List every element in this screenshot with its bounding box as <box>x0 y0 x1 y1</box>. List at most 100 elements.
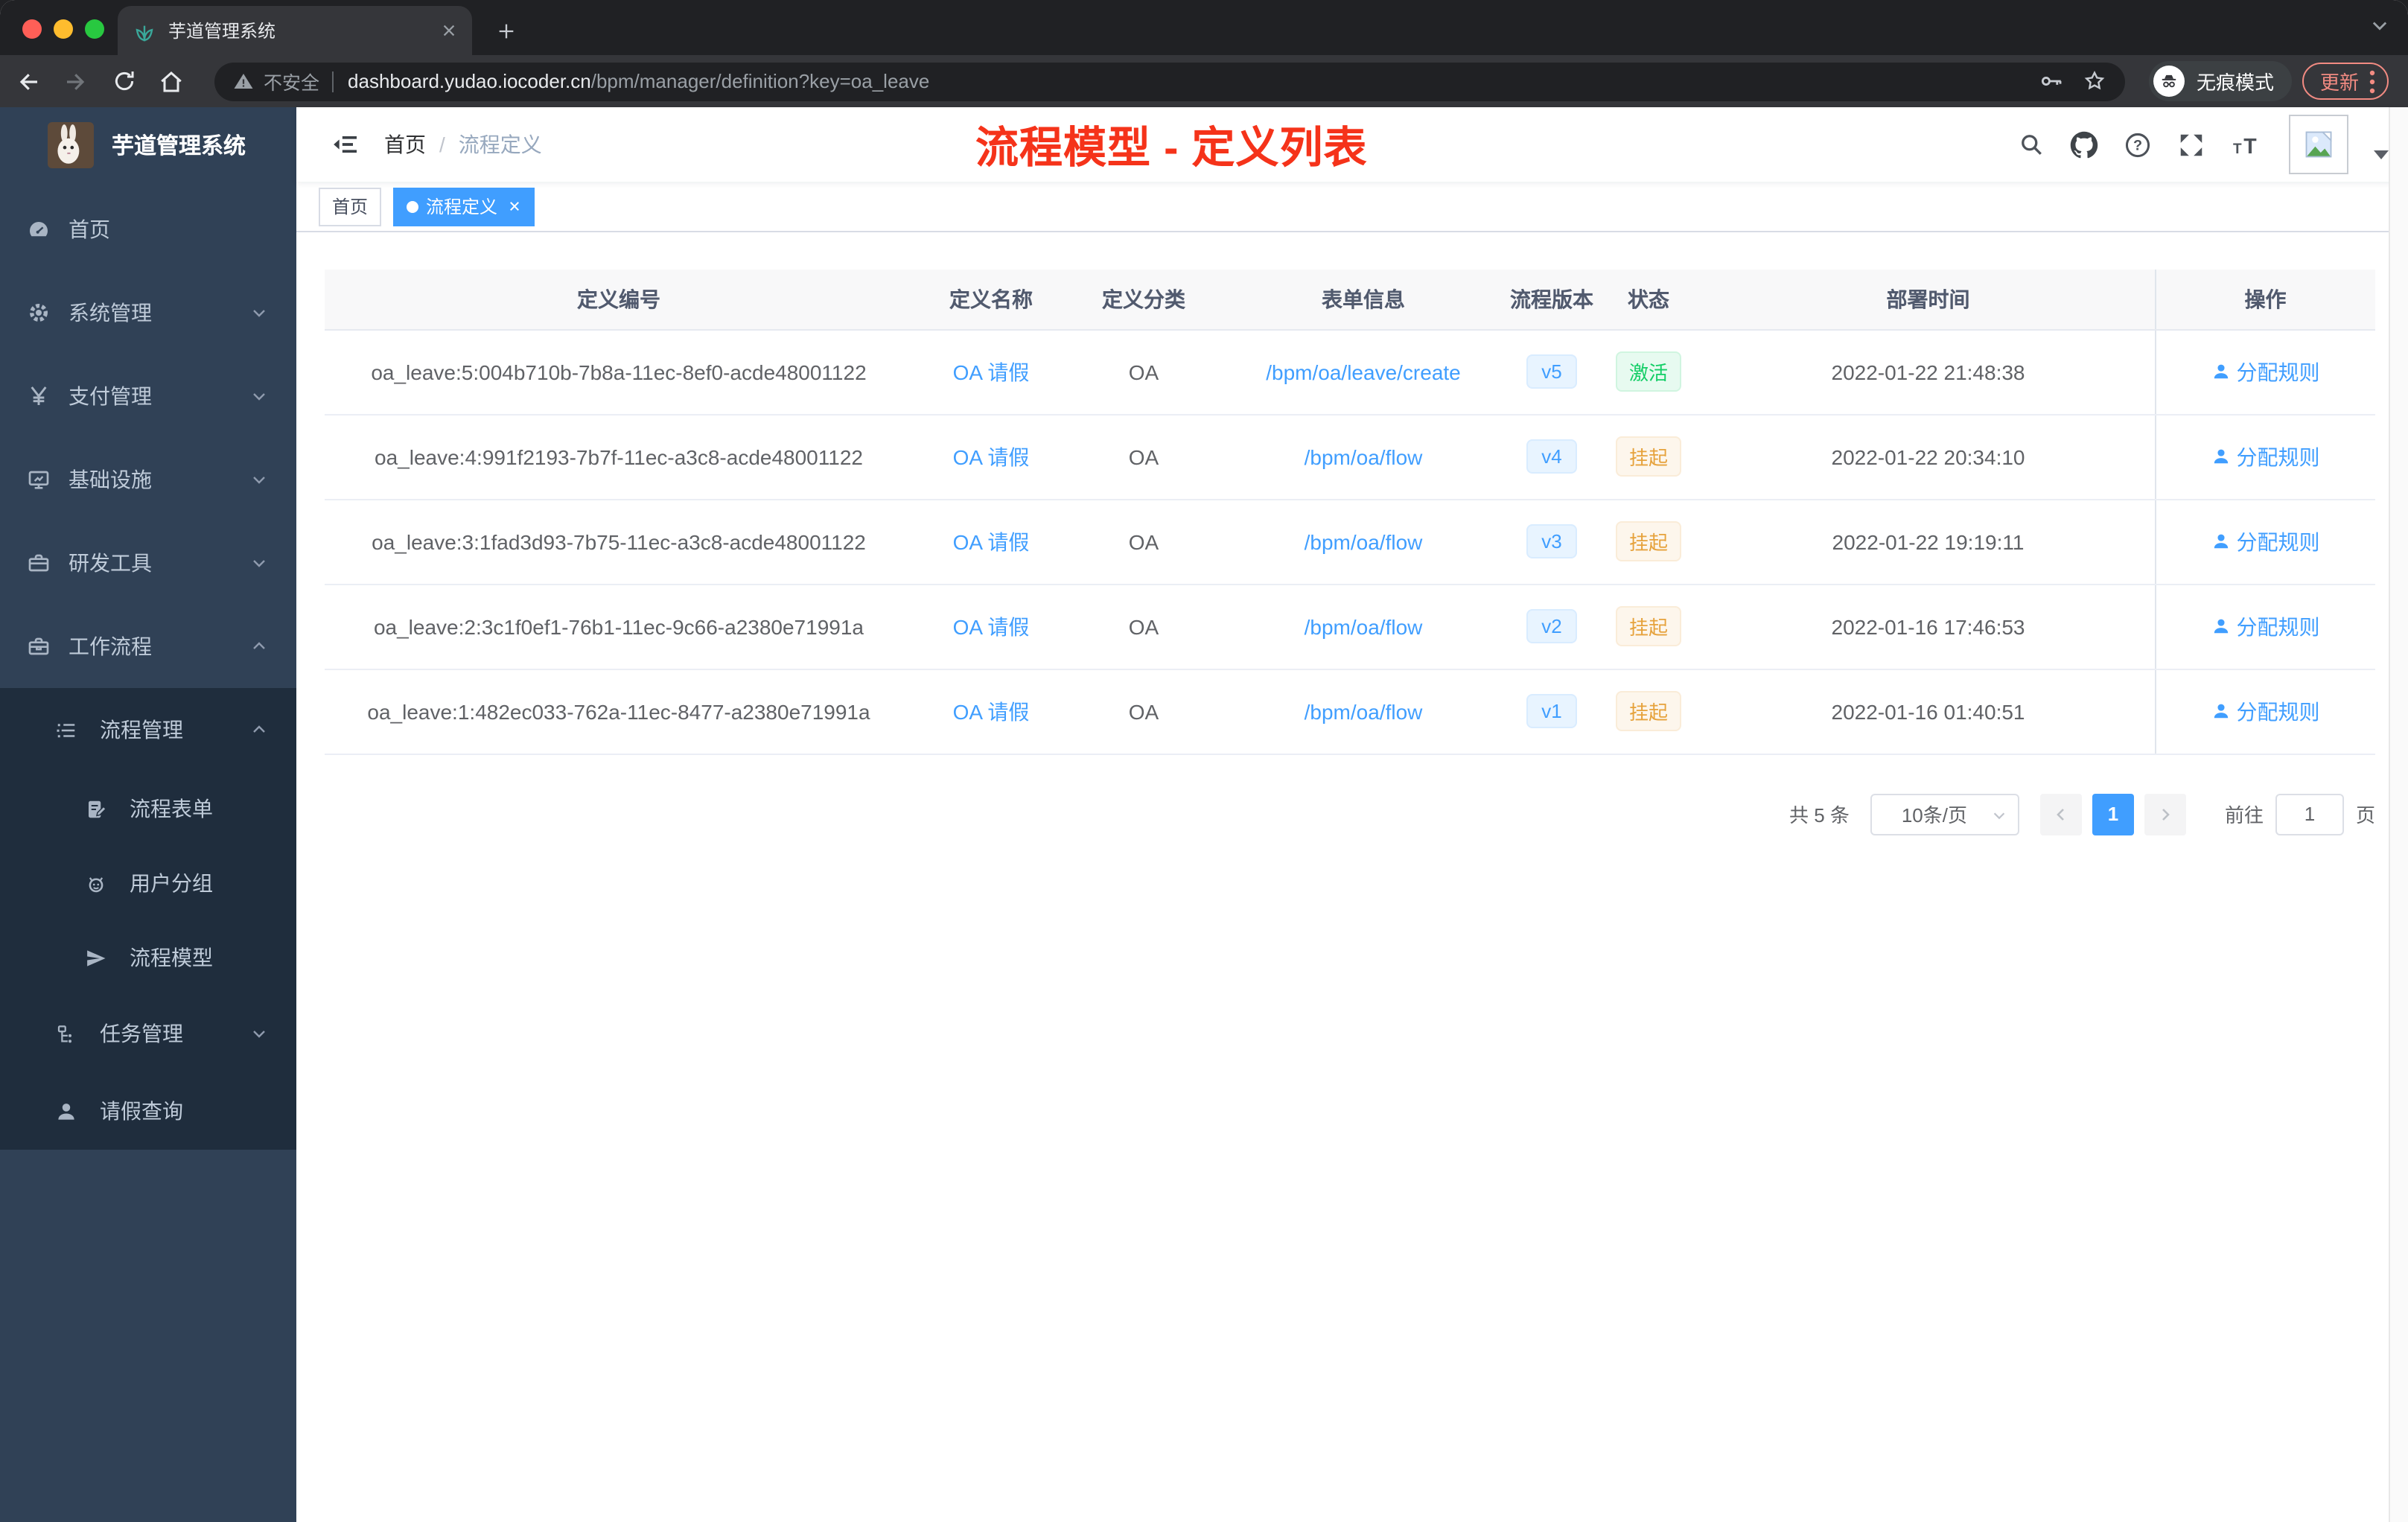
main-area: 首页 / 流程定义 流程模型 - 定义列表 ? T T 首页 流程定义 定义编号… <box>296 107 2408 1522</box>
search-icon[interactable] <box>2018 131 2045 158</box>
sidebar-item-label: 研发工具 <box>69 551 152 575</box>
form-link[interactable]: /bpm/oa/flow <box>1305 529 1423 553</box>
form-link[interactable]: /bpm/oa/flow <box>1305 699 1423 723</box>
assign-rule-label: 分配规则 <box>2236 360 2320 383</box>
browser-menu-icon[interactable] <box>2369 69 2375 93</box>
incognito-badge: 无痕模式 <box>2148 61 2292 101</box>
column-header: 操作 <box>2154 270 2375 330</box>
breadcrumb-home[interactable]: 首页 <box>384 130 426 159</box>
definition-name-link[interactable]: OA 请假 <box>953 360 1030 383</box>
sidebar-logo[interactable]: 芋道管理系统 <box>0 107 296 182</box>
cell-category: OA <box>1069 669 1218 754</box>
url-path: /bpm/manager/definition?key=oa_leave <box>590 70 930 92</box>
form-link[interactable]: /bpm/oa/flow <box>1305 445 1423 468</box>
sidebar-item-process-management[interactable]: 流程管理 <box>0 688 296 771</box>
table-row: oa_leave:4:991f2193-7b7f-11ec-a3c8-acde4… <box>325 414 2375 500</box>
new-tab-button[interactable] <box>487 12 526 51</box>
assign-rule-link[interactable]: 分配规则 <box>2211 357 2320 386</box>
tags-view-bar: 首页 流程定义 <box>296 182 2408 232</box>
security-label[interactable]: 不安全 <box>264 67 319 95</box>
yen-icon <box>27 384 51 408</box>
table-row: oa_leave:2:3c1f0ef1-76b1-11ec-9c66-a2380… <box>325 584 2375 669</box>
assign-rule-link[interactable]: 分配规则 <box>2211 526 2320 556</box>
tag-close-icon[interactable] <box>508 200 521 213</box>
cell-category: OA <box>1069 499 1218 585</box>
sidebar-item-leave-query[interactable]: 请假查询 <box>0 1072 296 1150</box>
next-page-button[interactable] <box>2144 793 2186 835</box>
window-close-button[interactable] <box>22 19 42 39</box>
address-bar[interactable]: 不安全 dashboard.yudao.iocoder.cn/bpm/manag… <box>214 62 2125 101</box>
fullscreen-icon[interactable] <box>2177 130 2205 159</box>
table-row: oa_leave:5:004b710b-7b8a-11ec-8ef0-acde4… <box>325 329 2375 415</box>
tab-close-icon[interactable] <box>441 22 457 39</box>
font-size-icon[interactable]: TT <box>2231 130 2264 159</box>
chevron-down-icon <box>1991 806 2007 823</box>
page-size-select[interactable]: 10条/页 <box>1870 793 2019 835</box>
github-icon[interactable] <box>2070 130 2098 159</box>
sidebar-item-workflow[interactable]: 工作流程 <box>0 605 296 688</box>
sidebar-item-home[interactable]: 首页 <box>0 188 296 271</box>
paper-plane-icon <box>85 946 107 969</box>
update-button[interactable]: 更新 <box>2302 63 2389 100</box>
browser-toolbar: 不安全 dashboard.yudao.iocoder.cn/bpm/manag… <box>0 55 2408 107</box>
sidebar-item-infrastructure[interactable]: 基础设施 <box>0 438 296 521</box>
assign-rule-link[interactable]: 分配规则 <box>2211 611 2320 641</box>
help-icon[interactable]: ? <box>2124 130 2152 159</box>
svg-text:T: T <box>2233 141 2242 156</box>
sidebar-item-system[interactable]: 系统管理 <box>0 271 296 354</box>
forward-button[interactable] <box>57 62 95 101</box>
assign-rule-label: 分配规则 <box>2236 529 2320 553</box>
sidebar-item-dev-tools[interactable]: 研发工具 <box>0 521 296 605</box>
version-badge: v1 <box>1526 694 1577 728</box>
window-zoom-button[interactable] <box>85 19 104 39</box>
definition-name-link[interactable]: OA 请假 <box>953 614 1030 638</box>
prev-page-button[interactable] <box>2039 793 2082 835</box>
reload-button[interactable] <box>104 62 143 101</box>
column-header: 定义编号 <box>325 270 913 330</box>
cell-definition-id: oa_leave:1:482ec033-762a-11ec-8477-a2380… <box>325 669 913 754</box>
version-badge: v3 <box>1526 524 1577 558</box>
incognito-icon <box>2153 66 2185 97</box>
avatar[interactable] <box>2289 115 2348 174</box>
assign-rule-label: 分配规则 <box>2236 445 2320 468</box>
window-minimize-button[interactable] <box>54 19 73 39</box>
status-badge: 挂起 <box>1615 691 1681 731</box>
cell-definition-id: oa_leave:4:991f2193-7b7f-11ec-a3c8-acde4… <box>325 414 913 500</box>
goto-page-input[interactable] <box>2275 793 2344 835</box>
back-button[interactable] <box>9 62 48 101</box>
sidebar-item-process-form[interactable]: 流程表单 <box>0 771 296 846</box>
chevron-up-icon <box>250 721 268 739</box>
page-number-button[interactable]: 1 <box>2092 793 2134 835</box>
chevron-down-icon <box>250 471 268 488</box>
password-key-icon[interactable] <box>2039 69 2064 94</box>
tag-process-definition[interactable]: 流程定义 <box>393 187 535 226</box>
assign-rule-link[interactable]: 分配规则 <box>2211 696 2320 726</box>
cell-category: OA <box>1069 584 1218 669</box>
assign-rule-label: 分配规则 <box>2236 699 2320 723</box>
home-button[interactable] <box>152 62 191 101</box>
definition-name-link[interactable]: OA 请假 <box>953 445 1030 468</box>
sidebar-item-task-management[interactable]: 任务管理 <box>0 995 296 1072</box>
bookmark-star-icon[interactable] <box>2082 69 2107 94</box>
browser-scrollbar[interactable] <box>2389 107 2408 1522</box>
caret-down-icon[interactable] <box>2374 150 2389 159</box>
definition-name-link[interactable]: OA 请假 <box>953 699 1030 723</box>
sidebar-item-process-model[interactable]: 流程模型 <box>0 920 296 995</box>
sidebar-item-user-group[interactable]: 用户分组 <box>0 846 296 920</box>
hamburger-icon[interactable] <box>319 107 372 182</box>
tag-home[interactable]: 首页 <box>319 187 382 226</box>
table-header-row: 定义编号 定义名称 定义分类 表单信息 流程版本 状态 部署时间 操作 <box>325 270 2375 330</box>
tab-search-chevron-icon[interactable] <box>2369 15 2390 36</box>
browser-tab[interactable]: 芋道管理系统 <box>118 6 472 55</box>
status-badge: 挂起 <box>1615 606 1681 646</box>
tag-label: 首页 <box>332 197 369 217</box>
navbar-right: ? TT <box>2018 107 2389 182</box>
column-header: 状态 <box>1595 270 1702 330</box>
form-link[interactable]: /bpm/oa/flow <box>1305 614 1423 638</box>
status-badge: 挂起 <box>1615 521 1681 561</box>
sidebar-item-payment[interactable]: 支付管理 <box>0 354 296 438</box>
sidebar-item-label: 首页 <box>69 217 110 241</box>
form-link[interactable]: /bpm/oa/leave/create <box>1266 360 1461 383</box>
assign-rule-link[interactable]: 分配规则 <box>2211 442 2320 471</box>
definition-name-link[interactable]: OA 请假 <box>953 529 1030 553</box>
